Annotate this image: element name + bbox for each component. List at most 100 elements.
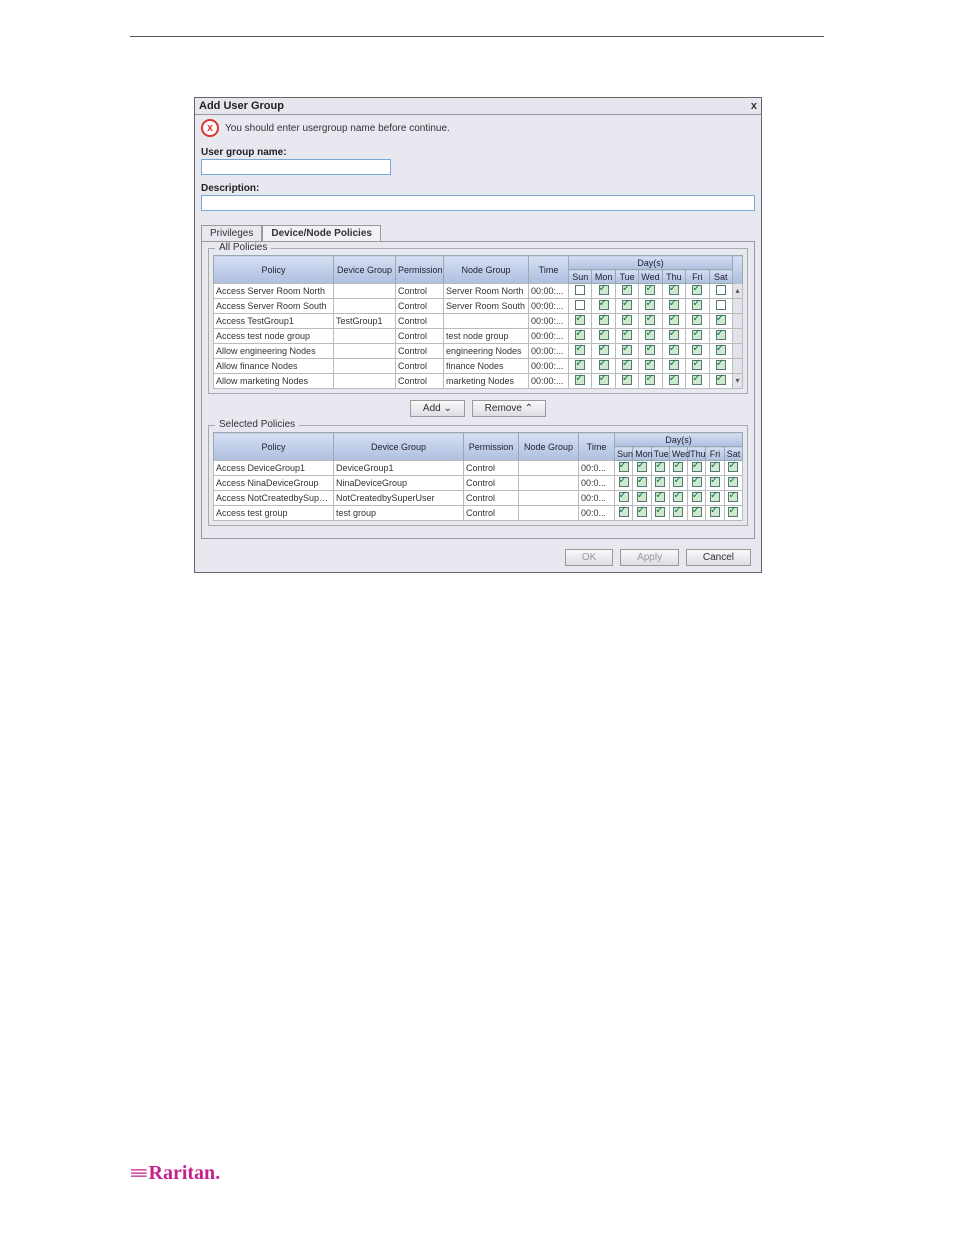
day-cell[interactable]: [592, 374, 615, 389]
group-name-input[interactable]: [201, 159, 391, 175]
checkbox-icon[interactable]: [599, 315, 609, 325]
day-cell[interactable]: [706, 506, 724, 521]
day-cell[interactable]: [615, 461, 633, 476]
checkbox-icon[interactable]: [728, 477, 738, 487]
checkbox-icon[interactable]: [728, 492, 738, 502]
day-cell[interactable]: [686, 284, 709, 299]
checkbox-icon[interactable]: [669, 300, 679, 310]
table-row[interactable]: Allow engineering NodesControlengineerin…: [214, 344, 743, 359]
checkbox-icon[interactable]: [599, 300, 609, 310]
checkbox-icon[interactable]: [728, 507, 738, 517]
day-cell[interactable]: [569, 314, 592, 329]
checkbox-icon[interactable]: [622, 360, 632, 370]
checkbox-icon[interactable]: [716, 315, 726, 325]
col-node-group[interactable]: Node Group: [519, 433, 579, 461]
day-cell[interactable]: [592, 284, 615, 299]
table-row[interactable]: Access Server Room NorthControlServer Ro…: [214, 284, 743, 299]
checkbox-icon[interactable]: [692, 360, 702, 370]
day-cell[interactable]: [639, 314, 662, 329]
scroll-up-icon[interactable]: ▴: [733, 286, 742, 296]
checkbox-icon[interactable]: [575, 345, 585, 355]
col-tue[interactable]: Tue: [651, 447, 669, 461]
day-cell[interactable]: [688, 461, 706, 476]
col-sun[interactable]: Sun: [615, 447, 633, 461]
day-cell[interactable]: [669, 476, 687, 491]
col-thu[interactable]: Thu: [688, 447, 706, 461]
tab-privileges[interactable]: Privileges: [201, 225, 262, 241]
col-sat[interactable]: Sat: [724, 447, 742, 461]
checkbox-icon[interactable]: [622, 375, 632, 385]
ok-button[interactable]: OK: [565, 549, 613, 566]
day-cell[interactable]: [615, 329, 638, 344]
checkbox-icon[interactable]: [622, 315, 632, 325]
checkbox-icon[interactable]: [716, 330, 726, 340]
day-cell[interactable]: [651, 461, 669, 476]
day-cell[interactable]: [639, 374, 662, 389]
checkbox-icon[interactable]: [619, 462, 629, 472]
day-cell[interactable]: [709, 299, 732, 314]
checkbox-icon[interactable]: [645, 375, 655, 385]
day-cell[interactable]: [706, 461, 724, 476]
day-cell[interactable]: [662, 299, 685, 314]
col-node-group[interactable]: Node Group: [444, 256, 529, 284]
col-time[interactable]: Time: [579, 433, 615, 461]
day-cell[interactable]: [662, 284, 685, 299]
description-input[interactable]: [201, 195, 755, 211]
checkbox-icon[interactable]: [645, 360, 655, 370]
checkbox-icon[interactable]: [716, 285, 726, 295]
checkbox-icon[interactable]: [669, 315, 679, 325]
day-cell[interactable]: [706, 476, 724, 491]
checkbox-icon[interactable]: [710, 477, 720, 487]
checkbox-icon[interactable]: [710, 462, 720, 472]
checkbox-icon[interactable]: [692, 375, 702, 385]
checkbox-icon[interactable]: [645, 315, 655, 325]
tab-device-node-policies[interactable]: Device/Node Policies: [262, 225, 381, 241]
day-cell[interactable]: [669, 491, 687, 506]
col-fri[interactable]: Fri: [706, 447, 724, 461]
day-cell[interactable]: [592, 344, 615, 359]
checkbox-icon[interactable]: [692, 507, 702, 517]
checkbox-icon[interactable]: [637, 462, 647, 472]
day-cell[interactable]: [709, 359, 732, 374]
day-cell[interactable]: [639, 344, 662, 359]
checkbox-icon[interactable]: [645, 285, 655, 295]
day-cell[interactable]: [669, 506, 687, 521]
checkbox-icon[interactable]: [655, 462, 665, 472]
day-cell[interactable]: [709, 374, 732, 389]
day-cell[interactable]: [615, 314, 638, 329]
col-wed[interactable]: Wed: [639, 270, 662, 284]
day-cell[interactable]: [686, 374, 709, 389]
checkbox-icon[interactable]: [599, 345, 609, 355]
checkbox-icon[interactable]: [716, 345, 726, 355]
day-cell[interactable]: [724, 506, 742, 521]
checkbox-icon[interactable]: [673, 507, 683, 517]
col-policy[interactable]: Policy: [214, 256, 334, 284]
checkbox-icon[interactable]: [710, 507, 720, 517]
day-cell[interactable]: [615, 284, 638, 299]
checkbox-icon[interactable]: [692, 345, 702, 355]
day-cell[interactable]: [709, 344, 732, 359]
checkbox-icon[interactable]: [575, 375, 585, 385]
checkbox-icon[interactable]: [575, 285, 585, 295]
col-device-group[interactable]: Device Group: [334, 256, 396, 284]
col-fri[interactable]: Fri: [686, 270, 709, 284]
day-cell[interactable]: [724, 461, 742, 476]
add-button[interactable]: Add ⌄: [410, 400, 465, 417]
close-icon[interactable]: x: [751, 100, 757, 112]
checkbox-icon[interactable]: [673, 492, 683, 502]
apply-button[interactable]: Apply: [620, 549, 679, 566]
day-cell[interactable]: [592, 314, 615, 329]
day-cell[interactable]: [569, 299, 592, 314]
checkbox-icon[interactable]: [645, 345, 655, 355]
scrollbar[interactable]: [733, 329, 743, 344]
checkbox-icon[interactable]: [619, 477, 629, 487]
table-row[interactable]: Access NotCreatedbySupe...NotCreatedbySu…: [214, 491, 743, 506]
checkbox-icon[interactable]: [655, 507, 665, 517]
day-cell[interactable]: [615, 299, 638, 314]
checkbox-icon[interactable]: [599, 330, 609, 340]
day-cell[interactable]: [686, 299, 709, 314]
day-cell[interactable]: [615, 344, 638, 359]
day-cell[interactable]: [639, 359, 662, 374]
day-cell[interactable]: [615, 506, 633, 521]
day-cell[interactable]: [633, 506, 651, 521]
